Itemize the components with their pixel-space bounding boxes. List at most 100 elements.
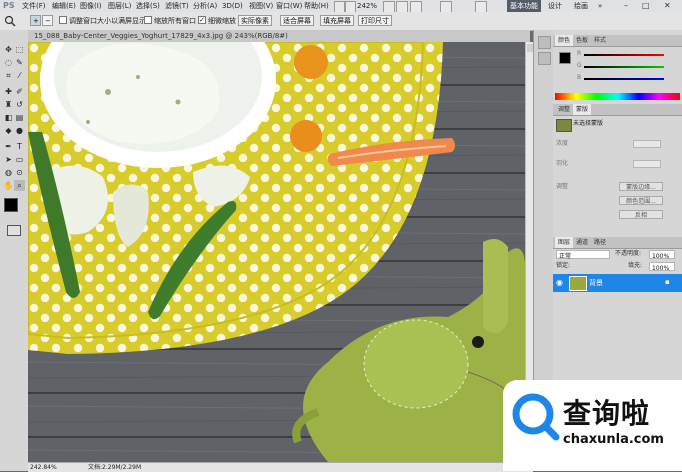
tab-styles[interactable]: 样式	[591, 35, 609, 46]
workspace-painting[interactable]: 绘画	[574, 0, 588, 12]
image-canvas[interactable]	[28, 42, 525, 462]
path-select-icon[interactable]: ➤	[3, 154, 14, 165]
menu-image[interactable]: 图像(I)	[80, 0, 102, 12]
resize-windows-label: 调整窗口大小以满屏显示	[69, 17, 146, 25]
opacity-label: 不透明度:	[615, 250, 642, 257]
density-label: 浓度	[556, 140, 569, 147]
maximize-button[interactable]: □	[642, 0, 650, 12]
menu-layer[interactable]: 图层(L)	[108, 0, 131, 12]
lasso-tool-icon[interactable]: ◌	[3, 57, 14, 68]
hand-tool-icon[interactable]: ✋	[3, 180, 14, 191]
crop-tool-icon[interactable]: ⌗	[3, 70, 14, 81]
opacity-field[interactable]: 100%	[649, 250, 675, 260]
color-panel-tabs: 颜色 色板 样式	[553, 35, 682, 47]
menu-file[interactable]: 文件(F)	[22, 0, 46, 12]
green-slider[interactable]	[584, 66, 664, 68]
density-field[interactable]	[633, 140, 661, 148]
fill-field[interactable]: 100%	[649, 262, 675, 272]
feather-field[interactable]	[633, 160, 661, 168]
3d-camera-icon[interactable]: ⊙	[14, 167, 25, 178]
healing-brush-icon[interactable]: ✚	[3, 86, 14, 97]
mask-status-label: 未选择蒙版	[573, 120, 604, 127]
search-logo-icon	[512, 393, 560, 441]
color-range-button[interactable]: 颜色范围...	[619, 196, 663, 205]
dodge-tool-icon[interactable]: ●	[14, 125, 25, 136]
menu-help[interactable]: 帮助(H)	[304, 0, 329, 12]
clone-stamp-icon[interactable]: ♜	[3, 99, 14, 110]
brush-tool-icon[interactable]: ✐	[14, 86, 25, 97]
slider-r-label: R	[577, 50, 582, 57]
fit-screen-button[interactable]: 适合屏幕	[280, 15, 314, 26]
type-tool-icon[interactable]: T	[14, 141, 25, 152]
invert-button[interactable]: 反相	[619, 210, 663, 219]
menu-3d[interactable]: 3D(D)	[222, 0, 243, 12]
tab-adjustments[interactable]: 调整	[555, 104, 573, 115]
zoom-tool-icon[interactable]: ⌕	[14, 180, 25, 191]
tab-channels[interactable]: 通道	[573, 237, 591, 248]
close-button[interactable]: ✕	[664, 0, 671, 12]
actions-panel-icon[interactable]	[538, 52, 551, 65]
gradient-tool-icon[interactable]: ▤	[14, 112, 25, 123]
workspace-essentials[interactable]: 基本功能	[507, 0, 541, 12]
tab-color[interactable]: 颜色	[555, 35, 574, 46]
tab-paths[interactable]: 路径	[591, 237, 609, 248]
zoom-tool-icon[interactable]	[4, 15, 16, 27]
menu-window[interactable]: 窗口(W)	[276, 0, 302, 12]
watermark: 查询啦 chaxunla.com	[503, 380, 682, 471]
scrubby-zoom-checkbox[interactable]: ✓	[198, 16, 206, 24]
tab-layers[interactable]: 图层	[555, 237, 574, 248]
fg-color-chip[interactable]	[559, 52, 571, 64]
adjust-panel-tabs: 调整 蒙版	[553, 104, 682, 116]
tools-panel: ✥ ⬚ ◌ ✎ ⌗ ⁄ ✚ ✐ ♜ ↺ ◧ ▤ ◆ ● ✒ T ➤ ▭ ◍ ⊙ …	[0, 30, 29, 471]
history-brush-icon[interactable]: ↺	[14, 99, 25, 110]
quick-mask-icon[interactable]	[7, 225, 21, 236]
scrubby-zoom-label: 细微缩放	[208, 17, 236, 25]
menu-edit[interactable]: 编辑(E)	[52, 0, 76, 12]
zoom-all-checkbox[interactable]	[144, 16, 152, 24]
fill-label: 填充:	[628, 262, 643, 269]
app-logo: PS	[3, 1, 15, 10]
zoom-all-label: 缩放所有窗口	[154, 17, 196, 25]
blend-mode-select[interactable]: 正常	[556, 250, 610, 260]
eraser-tool-icon[interactable]: ◧	[3, 112, 14, 123]
menu-view[interactable]: 视图(V)	[249, 0, 273, 12]
eyedropper-icon[interactable]: ⁄	[14, 70, 25, 81]
layer-row-background[interactable]: ◉ 背景 ▪	[553, 274, 682, 292]
mask-edge-button[interactable]: 蒙版边缘...	[619, 182, 663, 191]
blue-slider[interactable]	[584, 78, 664, 80]
menu-analysis[interactable]: 分析(A)	[193, 0, 217, 12]
menu-filter[interactable]: 滤镜(T)	[165, 0, 189, 12]
color-spectrum-bar[interactable]	[555, 93, 680, 100]
eye-icon[interactable]: ◉	[556, 278, 563, 287]
opacity-value: 100%	[652, 253, 670, 260]
document-title: 15_088_Baby-Center_Veggies_Yoghurt_17829…	[34, 32, 288, 40]
blur-tool-icon[interactable]: ◆	[3, 125, 14, 136]
zoom-out-button[interactable]: −	[42, 15, 53, 26]
marquee-tool-icon[interactable]: ⬚	[14, 44, 25, 55]
slider-b-label: B	[577, 74, 582, 81]
foreground-color-swatch[interactable]	[4, 198, 18, 212]
move-tool-icon[interactable]: ✥	[3, 44, 14, 55]
pen-tool-icon[interactable]: ✒	[3, 141, 14, 152]
workspace-design[interactable]: 设计	[548, 0, 562, 12]
red-slider[interactable]	[584, 54, 664, 56]
layer-name[interactable]: 背景	[589, 278, 603, 288]
watermark-brand: 查询啦	[563, 397, 651, 430]
history-panel-icon[interactable]	[538, 36, 551, 49]
tab-swatches[interactable]: 色板	[573, 35, 591, 46]
print-size-button[interactable]: 打印尺寸	[358, 15, 392, 26]
layer-thumbnail	[569, 276, 587, 291]
zoom-in-button[interactable]: +	[30, 15, 41, 26]
fill-screen-button[interactable]: 填充屏幕	[320, 15, 354, 26]
zoom-level[interactable]: 242%	[357, 0, 377, 12]
shape-tool-icon[interactable]: ▭	[14, 154, 25, 165]
options-bar: + − 调整窗口大小以满屏显示 缩放所有窗口 ✓ 细微缩放 实际像素 适合屏幕 …	[0, 12, 682, 31]
tab-masks[interactable]: 蒙版	[573, 104, 592, 115]
minimize-button[interactable]: –	[624, 0, 628, 12]
actual-pixels-button[interactable]: 实际像素	[238, 15, 272, 26]
3d-tool-icon[interactable]: ◍	[3, 167, 14, 178]
resize-windows-checkbox[interactable]	[59, 16, 67, 24]
workspace-more[interactable]: »	[598, 0, 602, 12]
quick-select-icon[interactable]: ✎	[14, 57, 25, 68]
menu-select[interactable]: 选择(S)	[136, 0, 160, 12]
